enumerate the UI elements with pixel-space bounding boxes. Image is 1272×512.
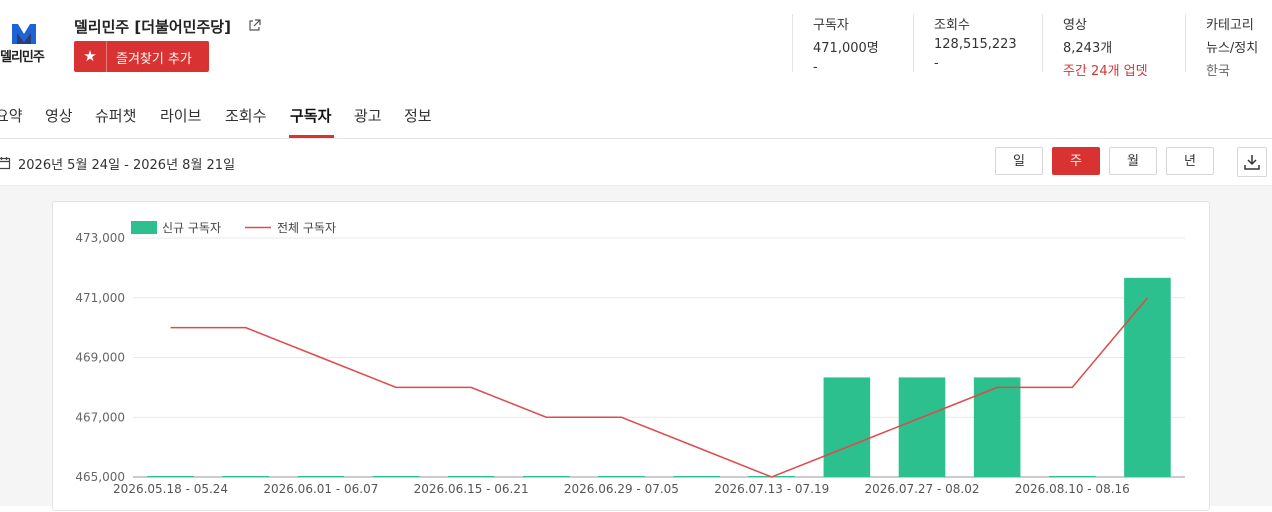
x-tick-label: 2026.05.18 - 05.24 (113, 482, 228, 496)
calendar-icon[interactable] (0, 155, 11, 174)
logo-text: 델리민주 (0, 46, 44, 65)
bar (598, 476, 645, 477)
subscriber-chart: 473,000471,000469,000467,000465,0002026.… (53, 202, 1211, 512)
stat-subscribers: 구독자 471,000명 - (792, 14, 879, 72)
bar (298, 476, 345, 477)
period-year-button[interactable]: 년 (1166, 147, 1214, 175)
bar (673, 476, 720, 477)
x-tick-label: 2026.07.27 - 08.02 (864, 482, 979, 496)
stat-label: 카테고리 (1206, 14, 1258, 33)
channel-logo: 델리민주 (0, 20, 50, 64)
stat-videos: 영상 8,243개 주간 24개 업뎃 (1042, 14, 1148, 72)
stat-sub: 한국 (1206, 60, 1258, 79)
stat-sub: 주간 24개 업뎃 (1063, 60, 1148, 79)
y-tick-label: 467,000 (75, 410, 125, 424)
active-tab-indicator (289, 135, 334, 138)
bar (824, 377, 871, 477)
chart-toolbar: 2026년 5월 24일 - 2026년 8월 21일 일 주 월 년 (0, 139, 1272, 186)
period-week-button[interactable]: 주 (1052, 147, 1100, 175)
x-tick-label: 2026.06.29 - 07.05 (564, 482, 679, 496)
x-tick-label: 2026.08.10 - 08.16 (1015, 482, 1130, 496)
legend-label: 전체 구독자 (277, 221, 336, 235)
download-button[interactable] (1237, 147, 1267, 177)
tab-live[interactable]: 라이브 (160, 105, 201, 126)
bar (147, 476, 194, 477)
y-tick-label: 473,000 (75, 231, 125, 245)
bar (448, 476, 495, 477)
favorite-label: 즐겨찾기 추가 (116, 48, 192, 67)
x-tick-label: 2026.07.13 - 07.19 (714, 482, 829, 496)
stat-views: 조회수 128,515,223 - (913, 14, 1017, 72)
bar (899, 377, 946, 477)
bar (373, 476, 420, 477)
download-icon (1244, 154, 1260, 170)
tab-videos[interactable]: 영상 (45, 105, 73, 126)
date-range[interactable]: 2026년 5월 24일 - 2026년 8월 21일 (18, 154, 235, 173)
bar (1049, 476, 1096, 477)
bar (974, 377, 1021, 477)
tab-views[interactable]: 조회수 (225, 105, 266, 126)
subscriber-chart-card: 473,000471,000469,000467,000465,0002026.… (52, 201, 1210, 511)
legend-swatch-bar (131, 221, 157, 234)
legend-label: 신규 구독자 (162, 221, 221, 235)
tab-bar: 요약 영상 슈퍼챗 라이브 조회수 구독자 광고 정보 (0, 95, 1272, 139)
channel-header: 델리민주 델리민주 [더불어민주당] ★ 즐겨찾기 추가 구독자 471,000… (0, 0, 1272, 95)
stat-value: 471,000명 (813, 37, 879, 56)
y-tick-label: 469,000 (75, 351, 125, 365)
star-icon: ★ (74, 41, 107, 72)
stat-sub: - (813, 60, 879, 75)
add-favorite-button[interactable]: ★ 즐겨찾기 추가 (74, 41, 209, 72)
period-day-button[interactable]: 일 (995, 147, 1043, 175)
stat-label: 구독자 (813, 14, 879, 33)
stat-sub: - (934, 56, 1017, 71)
tab-superchat[interactable]: 슈퍼챗 (95, 105, 136, 126)
x-tick-label: 2026.06.01 - 06.07 (263, 482, 378, 496)
period-month-button[interactable]: 월 (1109, 147, 1157, 175)
bar (1124, 278, 1171, 477)
tab-info[interactable]: 정보 (404, 105, 432, 126)
tab-summary[interactable]: 요약 (0, 105, 23, 126)
x-tick-label: 2026.06.15 - 06.21 (414, 482, 529, 496)
stat-label: 조회수 (934, 14, 1017, 33)
external-link-icon[interactable] (248, 17, 261, 36)
channel-title: 델리민주 [더불어민주당] (74, 16, 231, 37)
bar (523, 476, 570, 477)
tab-subscribers[interactable]: 구독자 (290, 105, 331, 126)
y-tick-label: 471,000 (75, 291, 125, 305)
stat-category: 카테고리 뉴스/정치 한국 (1185, 14, 1258, 72)
stat-value: 8,243개 (1063, 37, 1148, 56)
bar (222, 476, 269, 477)
tab-ads[interactable]: 광고 (354, 105, 382, 126)
stat-value: 뉴스/정치 (1206, 37, 1258, 56)
logo-mark-icon (10, 22, 38, 46)
stat-value: 128,515,223 (934, 37, 1017, 52)
stat-label: 영상 (1063, 14, 1148, 33)
